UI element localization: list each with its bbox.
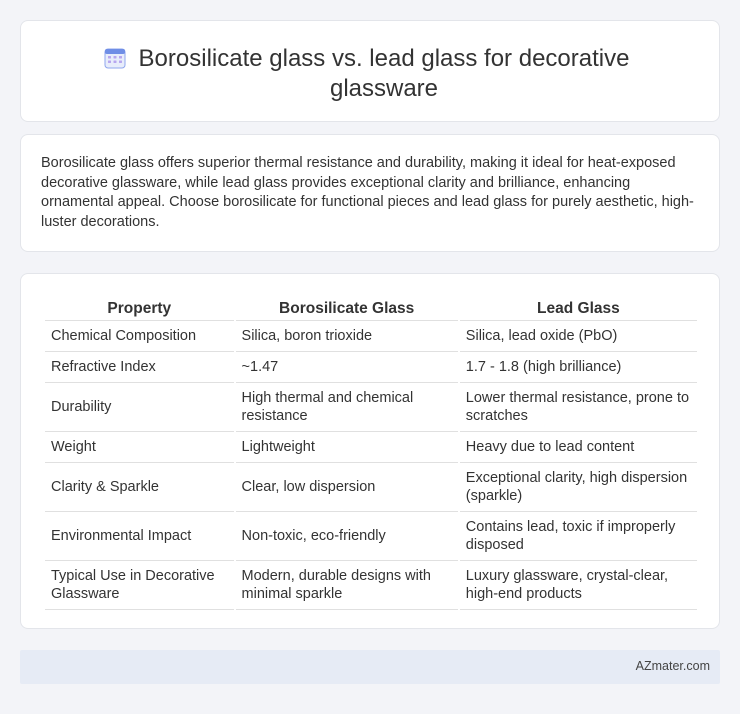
column-header-borosilicate: Borosilicate Glass <box>235 294 458 321</box>
summary-card: Borosilicate glass offers superior therm… <box>20 134 720 252</box>
table-cell-property: Weight <box>45 432 234 463</box>
table-row: Refractive Index ~1.47 1.7 - 1.8 (high b… <box>45 352 697 383</box>
table-row: Environmental Impact Non-toxic, eco-frie… <box>45 512 697 561</box>
table-cell-property: Environmental Impact <box>45 512 234 561</box>
comparison-table: Property Borosilicate Glass Lead Glass C… <box>43 294 699 610</box>
table-row: Clarity & Sparkle Clear, low dispersion … <box>45 463 697 512</box>
table-cell-borosilicate: High thermal and chemical resistance <box>235 383 458 432</box>
table-cell-borosilicate: Modern, durable designs with minimal spa… <box>235 561 458 610</box>
table-cell-lead-glass: Luxury glassware, crystal-clear, high-en… <box>459 561 697 610</box>
table-row: Weight Lightweight Heavy due to lead con… <box>45 432 697 463</box>
table-row: Typical Use in Decorative Glassware Mode… <box>45 561 697 610</box>
table-cell-property: Chemical Composition <box>45 321 234 352</box>
comparison-table-card: Property Borosilicate Glass Lead Glass C… <box>20 273 720 629</box>
table-cell-lead-glass: Lower thermal resistance, prone to scrat… <box>459 383 697 432</box>
table-cell-borosilicate: Silica, boron trioxide <box>235 321 458 352</box>
page-title: Borosilicate glass vs. lead glass for de… <box>138 45 630 102</box>
table-cell-property: Clarity & Sparkle <box>45 463 234 512</box>
summary-paragraph: Borosilicate glass offers superior therm… <box>41 155 694 230</box>
table-row: Durability High thermal and chemical res… <box>45 383 697 432</box>
column-header-lead-glass: Lead Glass <box>459 294 697 321</box>
footer-brand: AZmater.com <box>635 659 710 673</box>
table-cell-lead-glass: Silica, lead oxide (PbO) <box>459 321 697 352</box>
footer-bar: AZmater.com <box>20 650 720 684</box>
title-card: Borosilicate glass vs. lead glass for de… <box>20 20 720 122</box>
table-cell-borosilicate: ~1.47 <box>235 352 458 383</box>
table-cell-lead-glass: Heavy due to lead content <box>459 432 697 463</box>
table-cell-lead-glass: Contains lead, toxic if improperly dispo… <box>459 512 697 561</box>
table-row: Chemical Composition Silica, boron triox… <box>45 321 697 352</box>
table-cell-property: Refractive Index <box>45 352 234 383</box>
table-cell-lead-glass: Exceptional clarity, high dispersion (sp… <box>459 463 697 512</box>
table-cell-borosilicate: Non-toxic, eco-friendly <box>235 512 458 561</box>
table-header-row: Property Borosilicate Glass Lead Glass <box>45 294 697 321</box>
column-header-property: Property <box>45 294 234 321</box>
table-cell-borosilicate: Clear, low dispersion <box>235 463 458 512</box>
table-cell-property: Durability <box>45 383 234 432</box>
table-cell-lead-glass: 1.7 - 1.8 (high brilliance) <box>459 352 697 383</box>
table-cell-borosilicate: Lightweight <box>235 432 458 463</box>
table-cell-property: Typical Use in Decorative Glassware <box>45 561 234 610</box>
